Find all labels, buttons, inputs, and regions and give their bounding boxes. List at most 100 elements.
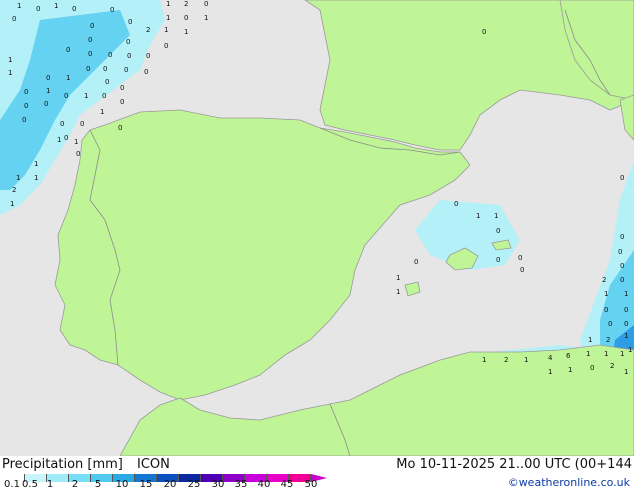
- precip-value: 1: [396, 288, 400, 296]
- color-scale-label: 40: [257, 479, 271, 490]
- precip-value: 0: [414, 258, 418, 266]
- precip-value: 0: [496, 227, 500, 235]
- map-footer: Precipitation [mm] ICON Mo 10-11-2025 21…: [0, 456, 634, 490]
- precip-value: 0: [520, 266, 524, 274]
- precip-value: 0: [108, 51, 112, 59]
- precip-value: 2: [184, 0, 188, 8]
- precip-value: 0: [124, 66, 128, 74]
- precip-value: 0: [22, 116, 26, 124]
- color-scale-label: 25: [187, 479, 201, 490]
- precip-value: 1: [10, 200, 14, 208]
- precip-value: 6: [566, 352, 571, 360]
- precip-value: 0: [76, 150, 80, 158]
- precip-value: 1: [166, 14, 170, 22]
- precip-value: 1: [34, 174, 38, 182]
- color-scale-label: 0.5: [22, 479, 38, 490]
- precip-value: 0: [164, 42, 168, 50]
- precip-value: 2: [12, 186, 16, 194]
- precip-value: 1: [46, 87, 50, 95]
- precip-value: 1: [34, 160, 38, 168]
- precip-value: 0: [36, 5, 40, 13]
- corsica-land: [619, 94, 634, 141]
- precip-value: 0: [118, 124, 122, 132]
- precip-value: 0: [44, 100, 48, 108]
- precip-value: 0: [120, 98, 124, 106]
- precip-value: 4: [548, 354, 553, 362]
- precip-value: 0: [604, 306, 608, 314]
- color-scale-label: 30: [211, 479, 225, 490]
- color-scale-label: 10: [115, 479, 129, 490]
- precip-value: 0: [146, 52, 150, 60]
- precip-value: 1: [494, 212, 498, 220]
- precip-value: 0: [144, 68, 148, 76]
- precip-value: 1: [624, 368, 628, 376]
- precip-value: 1: [57, 136, 61, 144]
- precip-value: 0: [608, 320, 612, 328]
- color-scale-labels: 0.1 0.5 1 2 5 10 15 20 25 30 35 40 45 50: [0, 479, 340, 492]
- precip-value: 1: [100, 108, 104, 116]
- color-scale-label: 20: [163, 479, 177, 490]
- precip-value: 1: [524, 356, 528, 364]
- precip-value: 1: [568, 366, 572, 374]
- precip-value: 1: [604, 350, 608, 358]
- precip-value: 1: [586, 350, 590, 358]
- color-scale-label: 15: [139, 479, 153, 490]
- precip-value: 0: [12, 15, 16, 23]
- precip-value: 0: [184, 14, 188, 22]
- precip-value: 1: [628, 346, 632, 354]
- precip-value: 2: [146, 26, 150, 34]
- precip-value: 0: [86, 65, 90, 73]
- precip-value: 0: [624, 306, 628, 314]
- precip-value: 0: [88, 36, 92, 44]
- precip-value: 0: [624, 320, 628, 328]
- color-scale-label: 35: [234, 479, 248, 490]
- color-scale-label: 0.1: [4, 479, 20, 490]
- precip-value: 0: [518, 254, 522, 262]
- precip-value: 0: [618, 248, 622, 256]
- precip-value: 1: [84, 92, 88, 100]
- credit-link[interactable]: ©weatheronline.co.uk: [508, 476, 630, 489]
- precip-value: 0: [620, 276, 624, 284]
- precip-value: 0: [590, 364, 594, 372]
- precip-value: 0: [204, 0, 208, 8]
- map-title: Precipitation [mm]: [2, 457, 123, 472]
- precip-value: 1: [604, 290, 608, 298]
- color-scale-label: 45: [280, 479, 294, 490]
- valid-datetime: Mo 10-11-2025 21..00 UTC (00+144: [396, 457, 632, 472]
- precip-value: 0: [88, 50, 92, 58]
- precip-value: 0: [103, 65, 107, 73]
- precip-value: 0: [64, 92, 68, 100]
- precip-value: 1: [396, 274, 400, 282]
- precip-value: 1: [476, 212, 480, 220]
- precip-value: 1: [482, 356, 486, 364]
- precip-value: 0: [620, 262, 624, 270]
- precip-value: 0: [127, 52, 131, 60]
- precip-value: 1: [74, 138, 78, 146]
- precip-value: 0: [120, 84, 124, 92]
- precip-value: 1: [588, 336, 592, 344]
- precip-value: 1: [620, 350, 624, 358]
- precip-value: 1: [166, 0, 170, 8]
- precip-value: 0: [620, 174, 624, 182]
- precip-value: 1: [204, 14, 208, 22]
- precip-value: 2: [504, 356, 508, 364]
- color-scale-label: 50: [304, 479, 318, 490]
- precip-value: 0: [454, 200, 458, 208]
- precip-value: 1: [624, 332, 628, 340]
- precip-value: 1: [184, 28, 188, 36]
- precip-value: 1: [624, 290, 628, 298]
- precip-value: 1: [16, 174, 20, 182]
- model-name: ICON: [137, 457, 170, 472]
- precip-value: 0: [126, 38, 130, 46]
- precip-value: 1: [54, 2, 58, 10]
- precip-value: 0: [24, 88, 28, 96]
- precip-value: 0: [102, 92, 106, 100]
- precip-value: 0: [110, 6, 114, 14]
- map-canvas: 1 0 1 0 0 1 2 0 0 0 0 1 0 1 0 0 2 1 1 0 …: [0, 0, 634, 456]
- precipitation-map[interactable]: 1 0 1 0 0 1 2 0 0 0 0 1 0 1 0 0 2 1 1 0 …: [0, 0, 634, 456]
- precip-value: 2: [606, 336, 610, 344]
- precip-value: 2: [610, 362, 614, 370]
- precip-value: 0: [24, 102, 28, 110]
- precip-value: 0: [620, 233, 624, 241]
- precip-value: 0: [66, 46, 70, 54]
